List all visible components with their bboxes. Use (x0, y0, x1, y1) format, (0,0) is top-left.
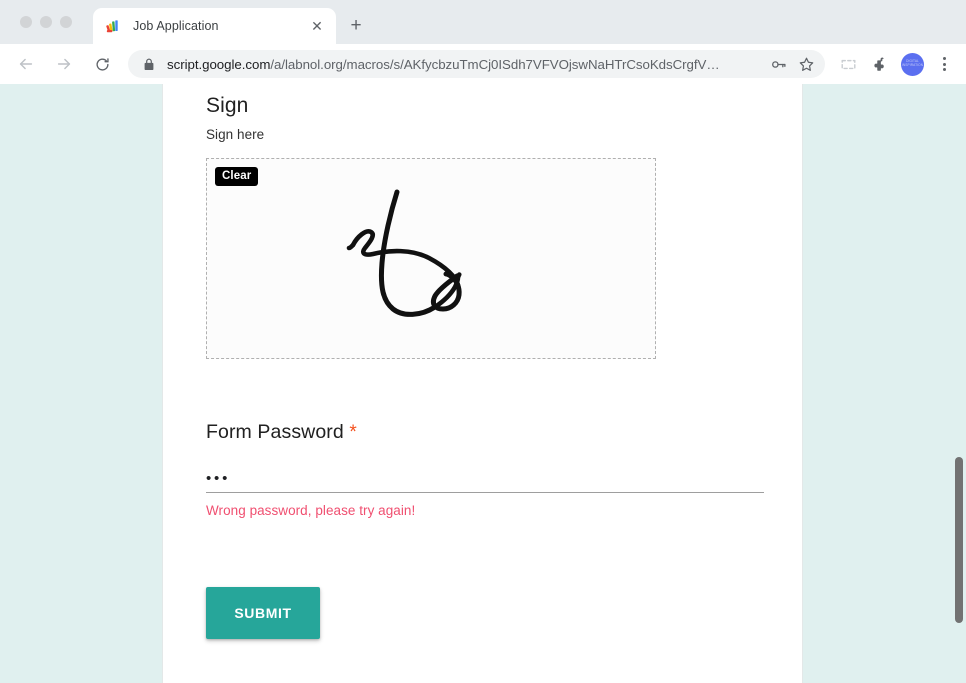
browser-tab-job-application[interactable]: Job Application ✕ (93, 8, 336, 44)
password-label-text: Form Password (206, 421, 344, 443)
maximize-window-button[interactable] (60, 16, 72, 28)
submit-button[interactable]: SUBMIT (206, 587, 320, 639)
reload-button[interactable] (88, 50, 116, 78)
form-card: Sign Sign here Clear Form Password * •••… (162, 84, 803, 683)
browser-window: Job Application ✕ + script.google.com/a/… (0, 0, 966, 683)
password-input[interactable]: ••• (206, 465, 764, 492)
password-field-wrapper[interactable]: ••• Wrong password, please try again! (206, 465, 764, 518)
kebab-dot (942, 57, 946, 60)
minimize-window-button[interactable] (40, 16, 52, 28)
url-path: /a/labnol.org/macros/s/AKfycbzuTmCj0ISdh… (270, 56, 720, 72)
signature-pad[interactable]: Clear (206, 158, 656, 359)
cast-icon[interactable] (833, 49, 863, 79)
scrollbar-thumb[interactable] (955, 457, 963, 623)
tab-title: Job Application (133, 19, 219, 33)
form-password-label: Form Password * (206, 421, 802, 444)
signature-ink (346, 189, 462, 317)
forward-button[interactable] (50, 50, 78, 78)
page-scrollbar[interactable] (951, 84, 966, 683)
required-asterisk: * (349, 422, 357, 443)
new-tab-button[interactable]: + (344, 13, 368, 37)
url-domain: script.google.com (167, 56, 271, 72)
sign-section-subtitle: Sign here (206, 127, 265, 142)
back-button[interactable] (12, 50, 40, 78)
password-error-message: Wrong password, please try again! (206, 503, 416, 518)
clear-signature-button[interactable]: Clear (215, 167, 259, 187)
window-traffic-lights[interactable] (20, 16, 72, 28)
google-apps-script-favicon (105, 18, 122, 35)
kebab-dot (942, 68, 946, 71)
address-bar[interactable]: script.google.com/a/labnol.org/macros/s/… (128, 50, 825, 78)
password-key-icon[interactable] (765, 51, 791, 77)
bookmark-star-icon[interactable] (793, 51, 819, 77)
profile-avatar[interactable]: DIGITAL INSPIRATION (901, 52, 924, 76)
chrome-menu-kebab[interactable] (930, 50, 958, 78)
site-secure-lock-icon[interactable] (142, 57, 156, 71)
browser-toolbar: script.google.com/a/labnol.org/macros/s/… (0, 44, 966, 84)
form-body: Sign Sign here Clear Form Password * •••… (163, 94, 802, 639)
close-window-button[interactable] (20, 16, 32, 28)
avatar-label: DIGITAL INSPIRATION (901, 59, 924, 67)
kebab-dot (942, 62, 946, 66)
tab-strip: Job Application ✕ + (0, 0, 966, 44)
sign-section-title: Sign (206, 94, 249, 117)
omnibox-actions (759, 51, 819, 77)
page-viewport: Sign Sign here Clear Form Password * •••… (0, 84, 966, 683)
url-text: script.google.com/a/labnol.org/macros/s/… (167, 57, 759, 72)
extensions-puzzle-icon[interactable] (865, 49, 895, 79)
password-underline (206, 492, 764, 493)
close-tab-icon[interactable]: ✕ (308, 17, 326, 35)
